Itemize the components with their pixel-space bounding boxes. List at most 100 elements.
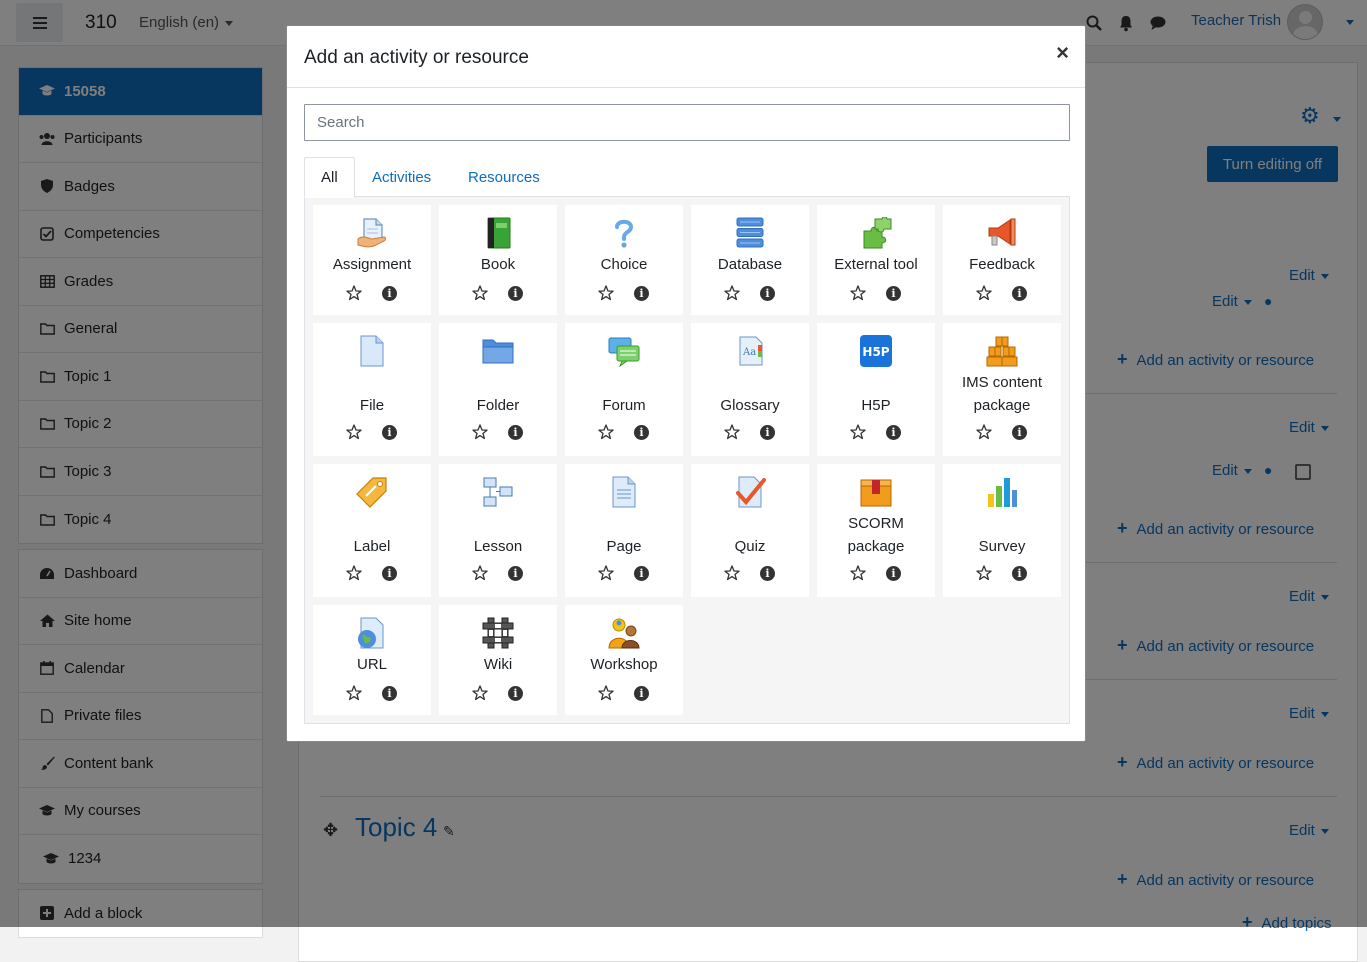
activity-card-label: IMS content package	[961, 374, 1043, 414]
activity-card-label: Survey	[978, 538, 1026, 555]
star-icon[interactable]	[346, 285, 362, 301]
activity-card-label: Book	[480, 256, 516, 273]
star-icon[interactable]	[976, 565, 992, 581]
info-icon[interactable]: i	[508, 686, 523, 701]
feedback-icon	[986, 217, 1018, 249]
star-icon[interactable]	[850, 565, 866, 581]
url-icon	[356, 617, 388, 649]
star-icon[interactable]	[850, 424, 866, 440]
tab-activities[interactable]: Activities	[356, 157, 447, 198]
activity-card-page[interactable]: Page i	[565, 464, 683, 597]
modal-header: Add an activity or resource ×	[287, 26, 1085, 88]
star-icon[interactable]	[724, 565, 740, 581]
info-icon[interactable]: i	[760, 425, 775, 440]
star-icon[interactable]	[346, 565, 362, 581]
activity-card-database[interactable]: Database i	[691, 205, 809, 315]
info-icon[interactable]: i	[1012, 425, 1027, 440]
activity-card-url[interactable]: URL i	[313, 605, 431, 715]
star-icon[interactable]	[598, 685, 614, 701]
activity-card-book[interactable]: Book i	[439, 205, 557, 315]
star-icon[interactable]	[598, 424, 614, 440]
activity-card-label: File	[359, 397, 385, 414]
info-icon[interactable]: i	[1012, 286, 1027, 301]
activity-card-label: URL	[356, 656, 387, 673]
activity-card-label: Wiki	[483, 656, 513, 673]
activity-card-label: Lesson	[473, 538, 523, 555]
activity-card-label: Page	[606, 538, 642, 555]
survey-icon	[986, 476, 1018, 508]
activity-card-label: Choice	[600, 256, 648, 273]
star-icon[interactable]	[346, 424, 362, 440]
svg-text:H5P: H5P	[862, 345, 889, 359]
info-icon[interactable]: i	[634, 286, 649, 301]
star-icon[interactable]	[850, 285, 866, 301]
star-icon[interactable]	[472, 285, 488, 301]
activity-card-label: Workshop	[590, 656, 658, 673]
activity-card-folder[interactable]: Folder i	[439, 323, 557, 456]
activity-card-forum[interactable]: Forum i	[565, 323, 683, 456]
workshop-icon	[608, 617, 640, 649]
info-icon[interactable]: i	[886, 286, 901, 301]
info-icon[interactable]: i	[382, 566, 397, 581]
info-icon[interactable]: i	[508, 286, 523, 301]
info-icon[interactable]: i	[886, 425, 901, 440]
search-input[interactable]	[304, 104, 1070, 141]
page-icon	[608, 476, 640, 508]
assignment-icon	[356, 217, 388, 249]
h5p-icon: H5P	[860, 335, 892, 367]
activity-card-external-tool[interactable]: External tool i	[817, 205, 935, 315]
info-icon[interactable]: i	[760, 566, 775, 581]
scorm-icon	[860, 476, 892, 508]
tab-all[interactable]: All	[304, 157, 355, 198]
activity-chooser-modal: Add an activity or resource × All Activi…	[286, 25, 1086, 742]
quiz-icon	[734, 476, 766, 508]
activity-card-label: Forum	[602, 397, 646, 414]
activity-card-survey[interactable]: Survey i	[943, 464, 1061, 597]
star-icon[interactable]	[472, 685, 488, 701]
activity-card-lesson[interactable]: Lesson i	[439, 464, 557, 597]
activity-card-glossary[interactable]: Aa Glossary i	[691, 323, 809, 456]
activity-card-assignment[interactable]: Assignment i	[313, 205, 431, 315]
activity-card-label: External tool	[834, 256, 918, 273]
info-icon[interactable]: i	[634, 425, 649, 440]
star-icon[interactable]	[472, 565, 488, 581]
close-button[interactable]: ×	[1056, 42, 1069, 64]
activity-card-wiki[interactable]: Wiki i	[439, 605, 557, 715]
info-icon[interactable]: i	[634, 566, 649, 581]
activity-card-workshop[interactable]: Workshop i	[565, 605, 683, 715]
activity-card-h5p[interactable]: H5P H5P i	[817, 323, 935, 456]
activity-grid: Assignment i Book i Choice i Database i External…	[304, 196, 1070, 724]
star-icon[interactable]	[724, 424, 740, 440]
star-icon[interactable]	[724, 285, 740, 301]
star-icon[interactable]	[598, 565, 614, 581]
info-icon[interactable]: i	[508, 566, 523, 581]
info-icon[interactable]: i	[382, 286, 397, 301]
activity-card-label: Assignment	[332, 256, 412, 273]
star-icon[interactable]	[976, 285, 992, 301]
star-icon[interactable]	[346, 685, 362, 701]
star-icon[interactable]	[598, 285, 614, 301]
info-icon[interactable]: i	[382, 686, 397, 701]
star-icon[interactable]	[976, 424, 992, 440]
info-icon[interactable]: i	[382, 425, 397, 440]
star-icon[interactable]	[472, 424, 488, 440]
activity-card-file[interactable]: File i	[313, 323, 431, 456]
info-icon[interactable]: i	[760, 286, 775, 301]
label-icon	[356, 476, 388, 508]
activity-card-scorm-package[interactable]: SCORM package i	[817, 464, 935, 597]
activity-card-quiz[interactable]: Quiz i	[691, 464, 809, 597]
info-icon[interactable]: i	[634, 686, 649, 701]
modal-title: Add an activity or resource	[304, 47, 529, 68]
info-icon[interactable]: i	[1012, 566, 1027, 581]
activity-card-label: Folder	[476, 397, 520, 414]
activity-card-ims-content-package[interactable]: IMS content package i	[943, 323, 1061, 456]
info-icon[interactable]: i	[508, 425, 523, 440]
activity-card-choice[interactable]: Choice i	[565, 205, 683, 315]
activity-card-label[interactable]: Label i	[313, 464, 431, 597]
activity-card-feedback[interactable]: Feedback i	[943, 205, 1061, 315]
book-icon	[482, 217, 514, 249]
ims-package-icon	[986, 335, 1018, 367]
tab-resources[interactable]: Resources	[452, 157, 556, 198]
info-icon[interactable]: i	[886, 566, 901, 581]
activity-card-label: Label	[353, 538, 391, 555]
